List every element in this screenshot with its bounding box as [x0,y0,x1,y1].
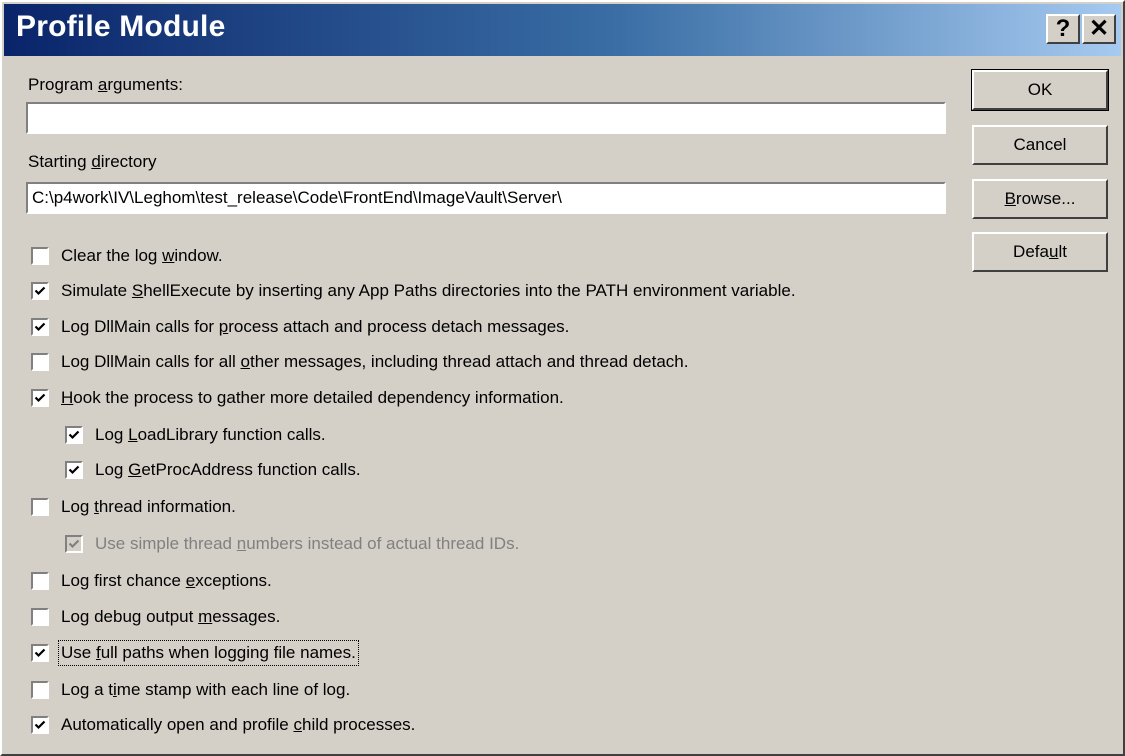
checkmark-icon [34,720,46,730]
checkmark-icon [34,648,46,658]
option-label: Use full paths when logging file names. [58,640,359,666]
label-accel: d [91,152,101,171]
label-text: Program [28,75,98,94]
option-label: Automatically open and profile child pro… [61,715,416,734]
option-label: Hook the process to gather more detailed… [61,388,564,407]
label-text: Starting [28,152,92,171]
checkbox[interactable] [65,426,83,444]
checkbox[interactable] [31,498,49,516]
checkbox [65,535,83,553]
option-label: Use simple thread numbers instead of act… [95,534,520,553]
checkbox[interactable] [31,681,49,699]
checkmark-icon [34,286,46,296]
option-label: Clear the log window. [61,246,223,265]
checkmark-icon [68,465,80,475]
program-arguments-label: Program arguments: [28,75,183,95]
checkbox[interactable] [31,572,49,590]
option-label: Log LoadLibrary function calls. [95,425,326,444]
title-bar[interactable]: Profile Module ? ✕ [4,4,1121,56]
option-label: Simulate ShellExecute by inserting any A… [61,281,796,300]
checkbox[interactable] [31,247,49,265]
option-label: Log first chance exceptions. [61,571,272,590]
option-label: Log debug output messages. [61,607,281,626]
browse-button[interactable]: Browse... [972,179,1108,219]
profile-module-dialog: Profile Module ? ✕ Program arguments: St… [0,0,1125,756]
option-label: Log DllMain calls for all other messages… [61,352,689,371]
help-button[interactable]: ? [1046,14,1080,44]
checkbox[interactable] [31,608,49,626]
checkbox[interactable] [31,389,49,407]
label-text: rguments: [107,75,183,94]
checkbox[interactable] [31,644,49,662]
checkbox[interactable] [65,461,83,479]
checkmark-icon [34,393,46,403]
option-label: Log a time stamp with each line of log. [61,680,351,699]
window-title: Profile Module [16,10,226,43]
checkmark-icon [34,322,46,332]
option-label: Log thread information. [61,497,236,516]
button-text: Defa [1013,242,1049,261]
checkmark-icon [68,430,80,440]
button-text: lt [1058,242,1067,261]
default-button[interactable]: Default [972,232,1108,272]
label-text: irectory [100,152,157,171]
starting-directory-label: Starting directory [28,152,157,172]
checkbox[interactable] [31,353,49,371]
cancel-button[interactable]: Cancel [972,125,1108,165]
button-text: rowse... [1015,189,1076,208]
starting-directory-input[interactable]: C:\p4work\IV\Leghom\test_release\Code\Fr… [26,182,946,214]
checkbox[interactable] [31,318,49,336]
option-label: Log DllMain calls for process attach and… [61,317,570,336]
close-icon: ✕ [1088,15,1110,42]
program-arguments-input[interactable] [26,102,946,134]
close-button[interactable]: ✕ [1082,14,1116,44]
option-label: Log GetProcAddress function calls. [95,460,361,479]
checkbox[interactable] [31,716,49,734]
label-accel: a [97,75,108,94]
checkmark-icon [68,539,80,549]
checkbox[interactable] [31,282,49,300]
ok-button[interactable]: OK [971,69,1109,111]
button-accel: B [1004,189,1016,208]
